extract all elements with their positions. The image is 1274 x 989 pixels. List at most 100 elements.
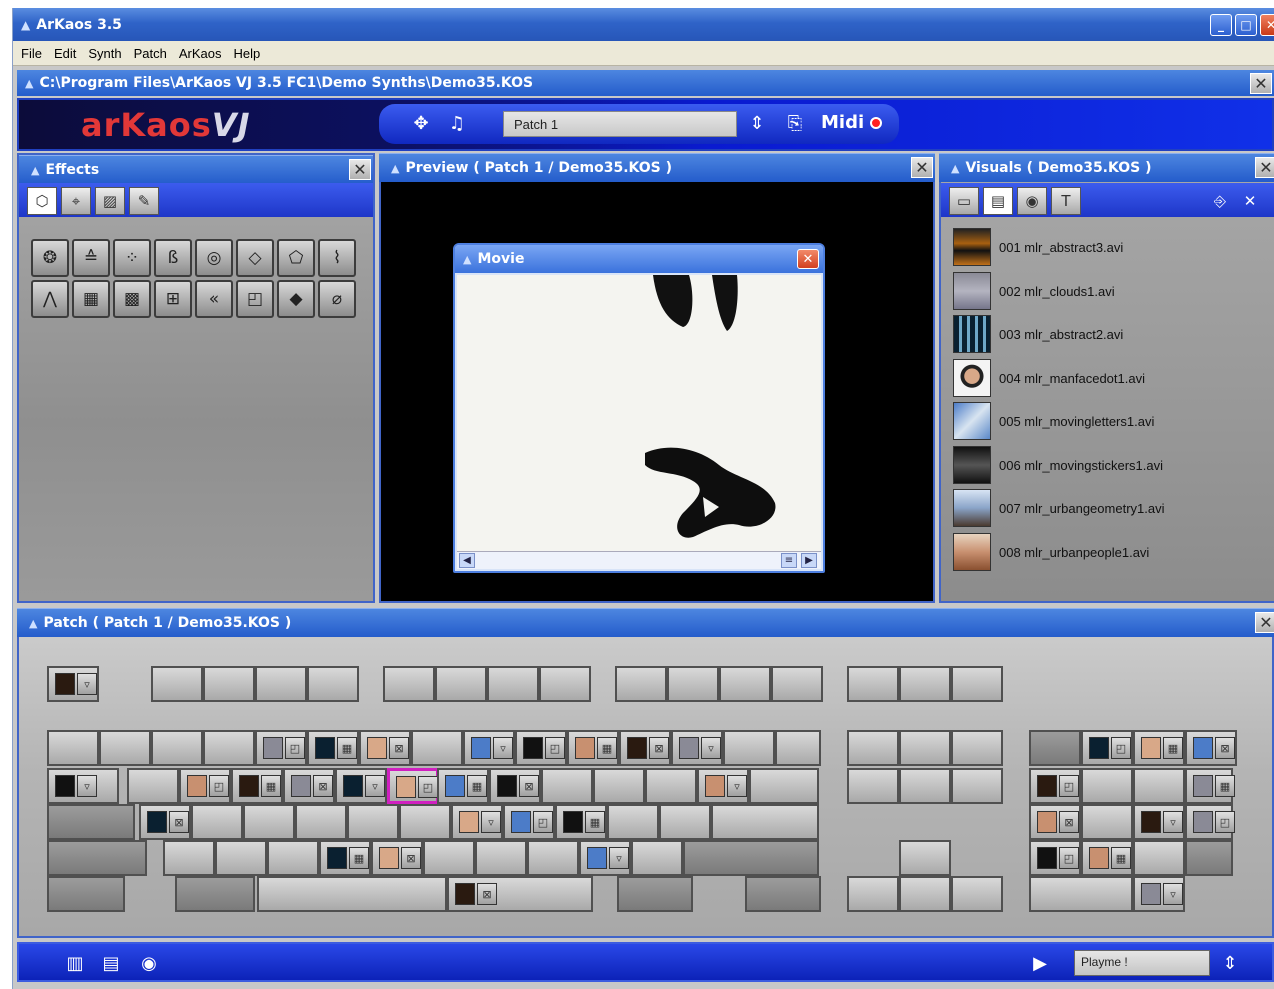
patch-key[interactable]: ▦ <box>1185 768 1235 804</box>
menu-file[interactable]: File <box>21 46 42 61</box>
patch-key[interactable]: ⊠ <box>489 768 541 804</box>
close-document-button[interactable]: ✕ <box>1250 73 1272 94</box>
patch-key[interactable] <box>711 804 819 840</box>
patch-key[interactable]: ⊠ <box>447 876 593 912</box>
patch-key[interactable] <box>255 666 307 702</box>
menu-edit[interactable]: Edit <box>54 46 76 61</box>
patch-key[interactable] <box>847 666 899 702</box>
patch-key[interactable]: ▿ <box>697 768 749 804</box>
patch-key[interactable] <box>631 840 683 876</box>
patch-key[interactable] <box>899 768 951 804</box>
patch-key[interactable] <box>267 840 319 876</box>
patch-key[interactable]: ◰ <box>1029 840 1081 876</box>
patch-key[interactable] <box>745 876 821 912</box>
patch-spinner-icon[interactable]: ⇕ <box>743 113 771 137</box>
patch-key[interactable] <box>899 840 951 876</box>
patch-key[interactable] <box>847 768 899 804</box>
tab-film-icon[interactable]: ▤ <box>983 187 1013 215</box>
patch-key[interactable] <box>723 730 775 766</box>
playlist-spinner-icon[interactable]: ⇕ <box>1216 950 1244 976</box>
save-patch-icon[interactable]: ⎘ <box>781 113 809 137</box>
close-effects-button[interactable]: ✕ <box>349 159 371 180</box>
patch-key[interactable] <box>47 876 125 912</box>
tab-text-icon[interactable]: T <box>1051 187 1081 215</box>
scroll-right-button[interactable]: ▶ <box>801 553 817 568</box>
patch-key[interactable] <box>295 804 347 840</box>
patch-key[interactable] <box>607 804 659 840</box>
patch-key[interactable]: ⊠ <box>371 840 423 876</box>
patch-key[interactable] <box>399 804 451 840</box>
music-note-icon[interactable]: ♫ <box>443 113 471 137</box>
movie-window[interactable]: ▲ Movie ✕ ◀ ≡ ▶ <box>453 243 825 573</box>
patch-key[interactable]: ⊠ <box>1185 730 1237 766</box>
close-patch-button[interactable]: ✕ <box>1255 612 1274 633</box>
visual-item[interactable]: 001 mlr_abstract3.avi <box>953 227 1263 267</box>
patch-key[interactable] <box>667 666 719 702</box>
patch-key[interactable] <box>99 730 151 766</box>
visual-item[interactable]: 005 mlr_movingletters1.avi <box>953 401 1263 441</box>
fx-3d-plane-icon[interactable]: ◆ <box>277 280 315 318</box>
patch-key[interactable] <box>435 666 487 702</box>
patch-key[interactable] <box>1081 768 1133 804</box>
patch-key[interactable] <box>683 840 819 876</box>
patch-key[interactable] <box>487 666 539 702</box>
patch-key[interactable] <box>1081 804 1133 840</box>
patch-key[interactable] <box>615 666 667 702</box>
visual-item[interactable]: 007 mlr_urbangeometry1.avi <box>953 488 1263 528</box>
patch-key[interactable] <box>163 840 215 876</box>
patch-key[interactable]: ▦ <box>555 804 607 840</box>
patch-key[interactable]: ⊠ <box>1029 804 1081 840</box>
fx-bitmap-icon[interactable]: ß <box>154 239 192 277</box>
patch-key[interactable]: ⊠ <box>619 730 671 766</box>
tab-paint-icon[interactable]: ✎ <box>129 187 159 215</box>
patch-key[interactable] <box>771 666 823 702</box>
playlist-field[interactable]: Playme ! <box>1074 950 1210 976</box>
fx-ring-icon[interactable]: ◎ <box>195 239 233 277</box>
patch-key[interactable]: ▦ <box>1081 840 1133 876</box>
patch-key[interactable] <box>1133 840 1185 876</box>
patch-key[interactable] <box>645 768 697 804</box>
patch-key[interactable] <box>593 768 645 804</box>
fx-transform-icon[interactable]: ⬠ <box>277 239 315 277</box>
patch-key[interactable]: ▦ <box>319 840 371 876</box>
window-title-bar[interactable]: ▲ ArKaos 3.5 _ □ ✕ <box>13 8 1274 41</box>
close-visuals-button[interactable]: ✕ <box>1255 157 1274 178</box>
patch-key[interactable] <box>1185 840 1233 876</box>
patch-key[interactable] <box>527 840 579 876</box>
patch-key[interactable] <box>1029 876 1133 912</box>
menu-help[interactable]: Help <box>234 46 261 61</box>
patch-key[interactable]: ⊠ <box>359 730 411 766</box>
fx-rotate-icon[interactable]: ◇ <box>236 239 274 277</box>
visual-item[interactable]: 003 mlr_abstract2.avi <box>953 314 1263 354</box>
patch-key[interactable]: ▿ <box>579 840 631 876</box>
patch-key[interactable]: ◰ <box>503 804 555 840</box>
patch-key[interactable]: ▿ <box>671 730 723 766</box>
visual-item[interactable]: 006 mlr_movingstickers1.avi <box>953 445 1263 485</box>
patch-key[interactable]: ◰ <box>1185 804 1235 840</box>
patch-key[interactable] <box>1029 730 1081 766</box>
scroll-left-button[interactable]: ◀ <box>459 553 475 568</box>
fx-dots-icon[interactable]: ⁘ <box>113 239 151 277</box>
patch-key[interactable]: ◰ <box>1029 768 1081 804</box>
patch-key[interactable] <box>175 876 255 912</box>
patch-key[interactable]: ▦ <box>1133 730 1185 766</box>
scroll-thumb[interactable]: ≡ <box>781 553 797 568</box>
tab-webcam-icon[interactable]: ◉ <box>1017 187 1047 215</box>
patch-key[interactable] <box>411 730 463 766</box>
patch-key[interactable]: ▦ <box>231 768 283 804</box>
patch-key[interactable]: ▿ <box>1133 804 1185 840</box>
visual-item[interactable]: 002 mlr_clouds1.avi <box>953 271 1263 311</box>
fx-grid-split-icon[interactable]: ⊞ <box>154 280 192 318</box>
tab-3d-cube-icon[interactable]: ⬡ <box>27 187 57 215</box>
patch-key[interactable] <box>775 730 821 766</box>
patch-key[interactable] <box>191 804 243 840</box>
patch-key[interactable] <box>243 804 295 840</box>
fx-chevron-icon[interactable]: « <box>195 280 233 318</box>
patch-key[interactable] <box>899 666 951 702</box>
delete-visual-icon[interactable]: ✕ <box>1235 187 1265 215</box>
settings-icon[interactable]: ◉ <box>135 950 163 976</box>
move-icon[interactable]: ✥ <box>407 113 435 137</box>
patch-key[interactable] <box>475 840 527 876</box>
maximize-button[interactable]: □ <box>1235 14 1257 36</box>
close-preview-button[interactable]: ✕ <box>911 157 933 178</box>
